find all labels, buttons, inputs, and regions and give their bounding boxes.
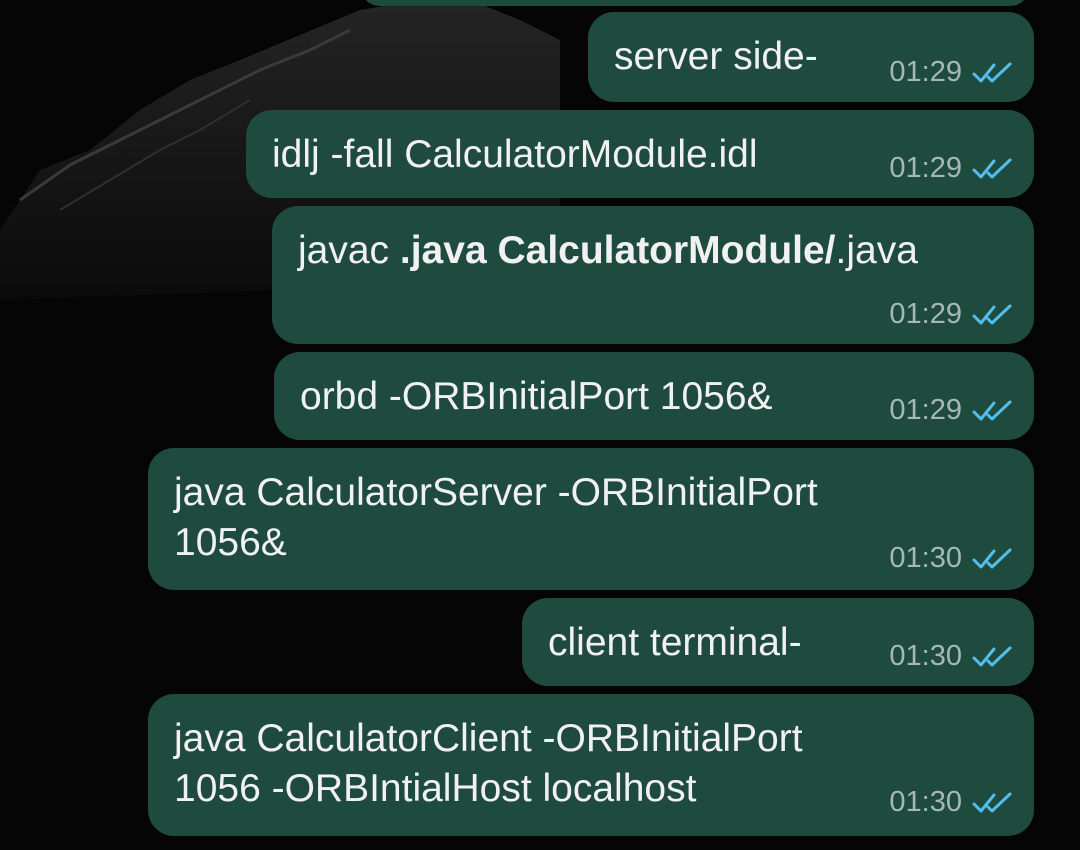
message-meta: 01:30 — [889, 640, 1014, 673]
message-meta: 01:30 — [889, 542, 1014, 575]
message-text: javac .java CalculatorModule/.java — [298, 226, 918, 276]
message-meta: 01:29 — [889, 298, 1014, 331]
double-check-icon — [972, 792, 1012, 812]
message-text-line: java CalculatorClient -ORBInitialPort — [174, 717, 803, 760]
message-meta: 01:30 — [889, 786, 1014, 819]
message-meta: 01:29 — [889, 56, 1014, 89]
double-check-icon — [972, 548, 1012, 568]
message-text-plain: javac — [298, 229, 400, 272]
message-text: orbd -ORBInitialPort 1056& — [300, 375, 773, 418]
message-meta: 01:29 — [889, 394, 1014, 427]
message-text-plain: .java — [835, 229, 918, 272]
message-meta: 01:29 — [889, 152, 1014, 185]
message-text-line: java CalculatorServer -ORBInitialPort — [174, 471, 818, 514]
message-time: 01:29 — [889, 152, 962, 184]
message-bubble[interactable]: idlj -fall CalculatorModule.idl 01:29 — [246, 110, 1034, 198]
double-check-icon — [972, 646, 1012, 666]
double-check-icon — [972, 158, 1012, 178]
message-bubble[interactable]: java CalculatorClient -ORBInitialPort 10… — [148, 694, 1034, 836]
message-bubble[interactable]: orbd -ORBInitialPort 1056& 01:29 — [274, 352, 1034, 440]
message-text-line: 1056& — [174, 521, 287, 564]
message-text-line: 1056 -ORBIntialHost localhost — [174, 767, 697, 810]
message-bubble[interactable]: server side- 01:29 — [588, 12, 1034, 102]
message-time: 01:29 — [889, 56, 962, 88]
message-bubble[interactable]: javac .java CalculatorModule/.java 01:29 — [272, 206, 1034, 344]
message-bubble[interactable]: java CalculatorServer -ORBInitialPort 10… — [148, 448, 1034, 590]
message-bubble[interactable]: client terminal- 01:30 — [522, 598, 1034, 686]
message-time: 01:30 — [889, 786, 962, 818]
message-text: server side- — [614, 35, 818, 78]
message-text-bold: .java CalculatorModule/ — [399, 229, 836, 272]
double-check-icon — [972, 304, 1012, 324]
message-text: client terminal- — [548, 621, 802, 664]
previous-message-bubble[interactable] — [360, 0, 1030, 6]
double-check-icon — [972, 400, 1012, 420]
double-check-icon — [972, 62, 1012, 82]
message-time: 01:30 — [889, 542, 962, 574]
message-time: 01:30 — [889, 640, 962, 672]
message-text: idlj -fall CalculatorModule.idl — [272, 133, 758, 176]
message-time: 01:29 — [889, 394, 962, 426]
message-time: 01:29 — [889, 298, 962, 330]
